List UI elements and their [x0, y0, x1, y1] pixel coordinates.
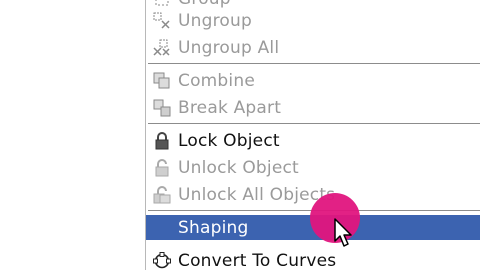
- menu-item-label: Convert To Curves: [178, 251, 337, 270]
- menu-item-label: Combine: [178, 71, 255, 91]
- menu-item-ungroup[interactable]: Ungroup: [146, 8, 480, 34]
- lock-icon: [150, 128, 174, 154]
- unlock-icon: [150, 155, 174, 181]
- mouse-pointer-icon: [334, 218, 356, 252]
- menu-item-convert-to-curves[interactable]: Convert To Curves: [146, 248, 480, 270]
- menu-item-label: Shaping: [178, 217, 249, 238]
- ungroup-all-icon: [150, 35, 174, 61]
- ungroup-icon: [150, 8, 174, 34]
- break-apart-icon: [150, 95, 174, 121]
- menu-separator: [148, 63, 480, 65]
- menu-item-lock-object[interactable]: Lock Object: [146, 128, 480, 154]
- combine-icon: [150, 68, 174, 94]
- menu-separator: [148, 123, 480, 125]
- menu-item-label: Unlock All Objects: [178, 185, 336, 205]
- menu-item-break-apart[interactable]: Break Apart: [146, 95, 480, 121]
- unlock-all-icon: [150, 182, 174, 208]
- menu-item-label: Break Apart: [178, 98, 282, 118]
- menu-item-label: Unlock Object: [178, 158, 299, 178]
- menu-item-label: Lock Object: [178, 131, 280, 151]
- shaping-icon: [150, 215, 174, 241]
- menu-item-unlock-object[interactable]: Unlock Object: [146, 155, 480, 181]
- menu-item-label: Ungroup All: [178, 38, 280, 58]
- menu-item-ungroup-all[interactable]: Ungroup All: [146, 35, 480, 61]
- menu-item-label: Ungroup: [178, 11, 252, 31]
- menu-item-combine[interactable]: Combine: [146, 68, 480, 94]
- screen: Group Ungroup Ungroup All: [0, 0, 480, 270]
- convert-to-curves-icon: [150, 248, 174, 270]
